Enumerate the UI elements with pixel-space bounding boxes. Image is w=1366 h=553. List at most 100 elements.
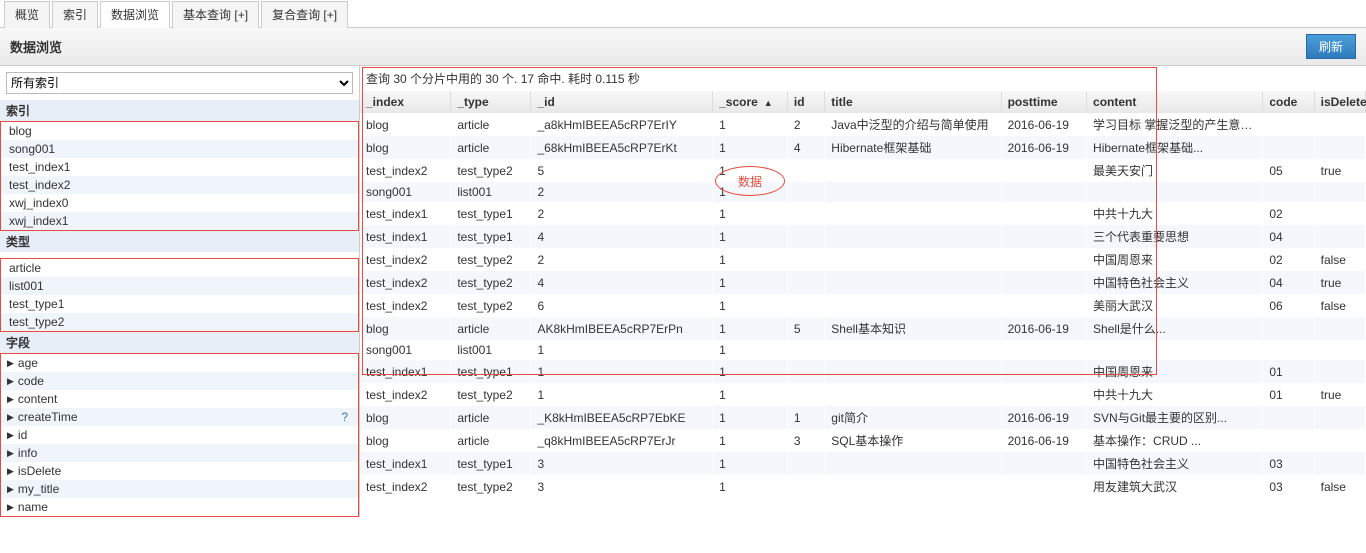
tab-compound-query[interactable]: 复合查询 [+] (261, 1, 348, 28)
cell-code (1263, 406, 1314, 429)
cell-_index: test_index1 (360, 360, 451, 383)
index-item[interactable]: xwj_index1 (1, 212, 358, 230)
cell-_score: 1 (713, 452, 788, 475)
cell-id (787, 475, 824, 498)
cell-title (825, 202, 1001, 225)
cell-posttime (1001, 248, 1086, 271)
table-row[interactable]: blogarticle_q8kHmIBEEA5cRP7ErJr13SQL基本操作… (360, 429, 1366, 452)
cell-posttime (1001, 340, 1086, 360)
field-item[interactable]: ▶code (1, 372, 358, 390)
index-item[interactable]: test_index2 (1, 176, 358, 194)
table-row[interactable]: test_index2test_type241中国特色社会主义04true (360, 271, 1366, 294)
cell-content: Shell是什么... (1087, 317, 1263, 340)
table-row[interactable]: test_index1test_type131中国特色社会主义03 (360, 452, 1366, 475)
cell-title: git简介 (825, 406, 1001, 429)
field-label: isDelete (18, 464, 61, 478)
cell-_type: article (451, 136, 531, 159)
table-row[interactable]: blogarticle_K8kHmIBEEA5cRP7EbKE11git简介20… (360, 406, 1366, 429)
cell-_id: 1 (531, 360, 713, 383)
cell-_type: article (451, 406, 531, 429)
field-item[interactable]: ▶my_title (1, 480, 358, 498)
table-row[interactable]: test_index1test_type121中共十九大02 (360, 202, 1366, 225)
tab-overview[interactable]: 概览 (4, 1, 50, 28)
tab-browse[interactable]: 数据浏览 (100, 1, 170, 28)
table-row[interactable]: test_index2test_type221中国周恩来02false (360, 248, 1366, 271)
index-item[interactable]: blog (1, 122, 358, 140)
cell-isDelete: false (1314, 248, 1365, 271)
col-content[interactable]: content (1087, 91, 1263, 113)
cell-_score: 1 (713, 136, 788, 159)
index-select[interactable]: 所有索引 (6, 72, 353, 94)
col-score-label: _score (719, 95, 758, 109)
cell-id (787, 225, 824, 248)
field-label: age (18, 356, 38, 370)
table-row[interactable]: test_index2test_type261美丽大武汉06false (360, 294, 1366, 317)
refresh-button[interactable]: 刷新 (1306, 34, 1356, 59)
table-row[interactable]: blogarticleAK8kHmIBEEA5cRP7ErPn15Shell基本… (360, 317, 1366, 340)
col-score[interactable]: _score ▲ (713, 91, 788, 113)
field-item[interactable]: ▶isDelete (1, 462, 358, 480)
cell-_index: test_index1 (360, 452, 451, 475)
cell-content (1087, 182, 1263, 202)
cell-_index: blog (360, 429, 451, 452)
cell-code: 03 (1263, 452, 1314, 475)
index-item[interactable]: test_index1 (1, 158, 358, 176)
table-row[interactable]: song001list00111 (360, 340, 1366, 360)
col-pid[interactable]: id (787, 91, 824, 113)
cell-_score: 1 (713, 317, 788, 340)
type-item[interactable]: test_type2 (1, 313, 358, 331)
cell-isDelete: false (1314, 294, 1365, 317)
field-item[interactable]: ▶id (1, 426, 358, 444)
cell-_score: 1 (713, 383, 788, 406)
sort-asc-icon: ▲ (764, 98, 773, 108)
col-code[interactable]: code (1263, 91, 1314, 113)
cell-content: 中国周恩来 (1087, 360, 1263, 383)
index-item[interactable]: xwj_index0 (1, 194, 358, 212)
field-item[interactable]: ▶age (1, 354, 358, 372)
field-item[interactable]: ▶createTime? (1, 408, 358, 426)
cell-code: 02 (1263, 248, 1314, 271)
table-row[interactable]: test_index2test_type251最美天安门05true (360, 159, 1366, 182)
table-row[interactable]: test_index2test_type231用友建筑大武汉03false (360, 475, 1366, 498)
table-row[interactable]: blogarticle_68kHmIBEEA5cRP7ErKt14Hiberna… (360, 136, 1366, 159)
type-item[interactable]: article (1, 259, 358, 277)
cell-content: SVN与Git最主要的区别... (1087, 406, 1263, 429)
table-row[interactable]: blogarticle_a8kHmIBEEA5cRP7ErIY12Java中泛型… (360, 113, 1366, 136)
tab-basic-label: 基本查询 [+] (183, 8, 248, 22)
field-item[interactable]: ▶content (1, 390, 358, 408)
col-title[interactable]: title (825, 91, 1001, 113)
cell-_type: test_type1 (451, 360, 531, 383)
results-table: _index _type _id _score ▲ id title postti… (360, 91, 1366, 498)
col-isdelete[interactable]: isDelete (1314, 91, 1365, 113)
tab-basic-query[interactable]: 基本查询 [+] (172, 1, 259, 28)
cell-_id: 3 (531, 475, 713, 498)
col-id[interactable]: _id (531, 91, 713, 113)
cell-isDelete (1314, 340, 1365, 360)
cell-_score: 1 (713, 113, 788, 136)
cell-code: 05 (1263, 159, 1314, 182)
cell-id (787, 340, 824, 360)
cell-_id: 2 (531, 202, 713, 225)
table-row[interactable]: song001list00121 (360, 182, 1366, 202)
col-type[interactable]: _type (451, 91, 531, 113)
help-icon[interactable]: ? (341, 410, 352, 424)
field-item[interactable]: ▶name (1, 498, 358, 516)
table-row[interactable]: test_index1test_type111中国周恩来01 (360, 360, 1366, 383)
cell-isDelete (1314, 182, 1365, 202)
index-item[interactable]: song001 (1, 140, 358, 158)
col-posttime[interactable]: posttime (1001, 91, 1086, 113)
cell-_score: 1 (713, 225, 788, 248)
table-row[interactable]: test_index1test_type141三个代表重要思想04 (360, 225, 1366, 248)
cell-_id: _K8kHmIBEEA5cRP7EbKE (531, 406, 713, 429)
field-item[interactable]: ▶info (1, 444, 358, 462)
col-index[interactable]: _index (360, 91, 451, 113)
cell-id (787, 202, 824, 225)
tab-index[interactable]: 索引 (52, 1, 98, 28)
table-row[interactable]: test_index2test_type211中共十九大01true (360, 383, 1366, 406)
section-type-title: 类型 (0, 231, 359, 252)
cell-isDelete (1314, 202, 1365, 225)
cell-code (1263, 113, 1314, 136)
type-item[interactable]: test_type1 (1, 295, 358, 313)
type-item[interactable]: list001 (1, 277, 358, 295)
cell-content: 中国周恩来 (1087, 248, 1263, 271)
